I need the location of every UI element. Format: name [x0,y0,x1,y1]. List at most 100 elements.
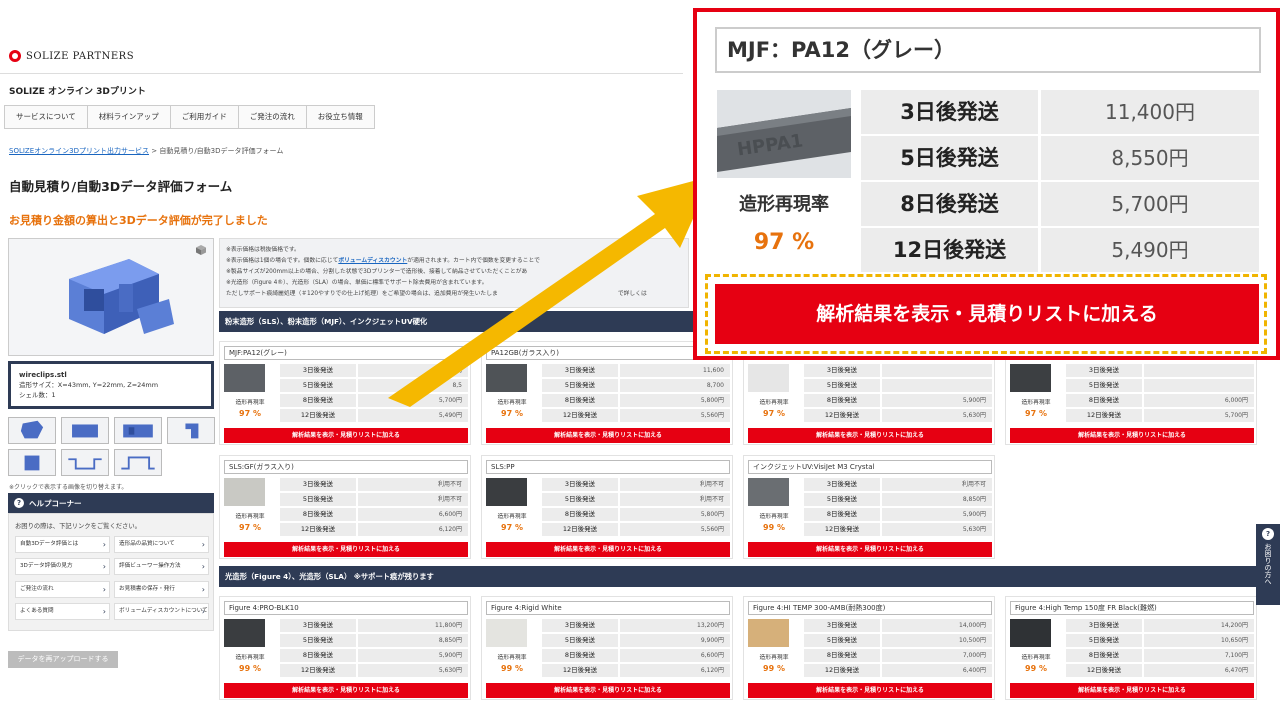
help-link-quality[interactable]: 造形品の品質について › [114,536,209,553]
add-to-quote-button[interactable]: 解析結果を表示・見積りリストに加える [224,542,468,557]
nav-item-service[interactable]: サービスについて [5,106,88,128]
brand-logo[interactable]: SOLIZE PARTNERS [9,50,134,62]
price-row: 5日後発送 利用不可 [542,493,730,506]
shipping-days: 12日後発送 [804,664,880,677]
material-photo [748,619,789,647]
add-to-quote-button[interactable]: 解析結果を表示・見積りリストに加える [1010,683,1254,698]
add-to-quote-button[interactable]: 解析結果を表示・見積りリストに加える [748,542,992,557]
zoom-add-to-quote-button[interactable]: 解析結果を表示・見積りリストに加える [715,284,1259,344]
shipping-days: 3日後発送 [542,619,618,632]
zoom-days: 12日後発送 [861,228,1038,272]
help-link-discount[interactable]: ボリュームディスカウントについて › [114,603,209,620]
price-row: 8日後発送 5,700円 [280,394,468,407]
nav-item-materials[interactable]: 材料ラインアップ [88,106,171,128]
add-to-quote-button[interactable]: 解析結果を表示・見積りリストに加える [486,683,730,698]
add-to-quote-button[interactable]: 解析結果を表示・見積りリストに加える [486,542,730,557]
material-card: Figure 4:HI TEMP 300-AMB(耐熱300度) 造形再現率 99 … [743,596,995,700]
rate-label: 造形再現率 [235,655,265,661]
price: 5,800円 [620,508,730,521]
material-title: Figure 4:High Temp 150度 FR Black(難燃) [1010,601,1254,615]
help-link-viewer[interactable]: 評価ビューワー操作方法 › [114,558,209,575]
help-link-quote[interactable]: お見積書の保存・発行 › [114,581,209,598]
price-row: 3日後発送 13,200円 [542,619,730,632]
zoom-price-row: 3日後発送 11,400円 [861,90,1259,134]
rate-value: 97 % [501,409,523,418]
thumbnail-view-5[interactable] [8,449,56,476]
material-photo [1010,619,1051,647]
shipping-days: 12日後発送 [542,409,618,422]
help-link-how-to-read[interactable]: 3Dデータ評価の見方 › [15,558,110,575]
thumbnail-view-3[interactable] [114,417,162,444]
material-card: Figure 4:PRO-BLK10 造形再現率 99 % 3日後発送 11,800円 5… [219,596,471,700]
chevron-right-icon: › [201,562,205,571]
zoom-price: 8,550円 [1041,136,1259,180]
shipping-days: 8日後発送 [1066,394,1142,407]
volume-discount-link[interactable]: ボリュームディスカウント [338,258,407,264]
add-to-quote-button[interactable]: 解析結果を表示・見積りリストに加える [748,683,992,698]
add-to-quote-button[interactable]: 解析結果を表示・見積りリストに加える [748,428,992,443]
shipping-days: 3日後発送 [804,478,880,491]
page-title: 自動見積り/自動3Dデータ評価フォーム [9,179,233,194]
help-link-order-flow[interactable]: ご発注の流れ › [15,581,110,598]
breadcrumb-current: 自動見積り/自動3Dデータ評価フォーム [159,147,284,155]
thumbnail-view-7[interactable] [114,449,162,476]
nav-item-info[interactable]: お役立ち情報 [307,106,374,128]
price: 6,600円 [358,508,468,521]
help-corner-title: ヘルプコーナー [29,498,82,508]
shipping-days: 5日後発送 [1066,634,1142,647]
add-to-quote-button[interactable]: 解析結果を表示・見積りリストに加える [224,683,468,698]
rate-value: 97 % [239,409,261,418]
model-viewer[interactable] [8,238,214,356]
notice-line: ただしサポート痕綺麗処理（＃120やすりでの仕上げ処理）をご希望の場合は、追加費… [226,291,647,297]
reupload-button[interactable]: データを再アップロードする [8,651,118,668]
price-row: 3日後発送 利用不可 [280,478,468,491]
thumbnail-view-4[interactable] [167,417,215,444]
price: 6,470円 [1144,664,1254,677]
help-link-evaluation[interactable]: 自動3Dデータ評価とは › [15,536,110,553]
price: 6,120円 [358,523,468,536]
thumbnail-view-1[interactable] [8,417,56,444]
help-corner-box: お困りの際は、下記リンクをご覧ください。 自動3Dデータ評価とは › 造形品の品質… [8,513,214,631]
nav-item-guide[interactable]: ご利用ガイド [171,106,239,128]
zoom-price: 5,700円 [1041,182,1259,226]
price-row: 3日後発送 11,400円 [280,364,468,377]
price-row: 8日後発送 6,000円 [1066,394,1254,407]
price: 7,100円 [1144,649,1254,662]
price: 8,700 [620,379,730,392]
price: 5,700円 [358,394,468,407]
zoom-material-title: MJF：PA12（グレー） [715,27,1261,73]
rate-value: 99 % [1025,664,1047,673]
price: 10,650円 [1144,634,1254,647]
material-title: インクジェットUV:VisiJet M3 Crystal [748,460,992,474]
chevron-right-icon: › [102,585,106,594]
breadcrumb-home-link[interactable]: SOLIZEオンライン3Dプリント出力サービス [9,147,149,155]
notice-line: ※製品サイズが200mm以上の場合、分割した状態で3Dプリンターで造形後、接着し… [226,269,528,275]
price: 9,900円 [620,634,730,647]
shipping-days: 8日後発送 [280,649,356,662]
nav-item-order-flow[interactable]: ご発注の流れ [239,106,307,128]
price: 13,200円 [620,619,730,632]
help-link-faq[interactable]: よくある質問 › [15,603,110,620]
rate-value: 99 % [239,664,261,673]
price: 6,120円 [620,664,730,677]
price: 利用不可 [882,478,992,491]
price-row: 12日後発送 6,120円 [280,523,468,536]
notice-line: ※光造形（Figure 4®）、光造形（SLA）の場合、単価に標準でサポート除去… [226,280,488,286]
shipping-days: 3日後発送 [542,364,618,377]
help-side-tab[interactable]: ? お困りの方へ [1256,524,1280,605]
price-row: 3日後発送 14,200円 [1066,619,1254,632]
shipping-days: 5日後発送 [542,634,618,647]
thumbnail-view-6[interactable] [61,449,109,476]
add-to-quote-button[interactable]: 解析結果を表示・見積りリストに加える [224,428,468,443]
material-photo [224,478,265,506]
file-size: 造形サイズ：X=43mm, Y=22mm, Z=24mm [19,381,159,389]
chevron-right-icon: › [102,562,106,571]
help-corner-text: お困りの際は、下記リンクをご覧ください。 [15,523,141,530]
shipping-days: 8日後発送 [804,649,880,662]
add-to-quote-button[interactable]: 解析結果を表示・見積りリストに加える [486,428,730,443]
add-to-quote-button[interactable]: 解析結果を表示・見積りリストに加える [1010,428,1254,443]
thumbnail-view-2[interactable] [61,417,109,444]
price [882,379,992,392]
view-cube-icon[interactable] [195,244,207,256]
chevron-right-icon: › [102,540,106,549]
